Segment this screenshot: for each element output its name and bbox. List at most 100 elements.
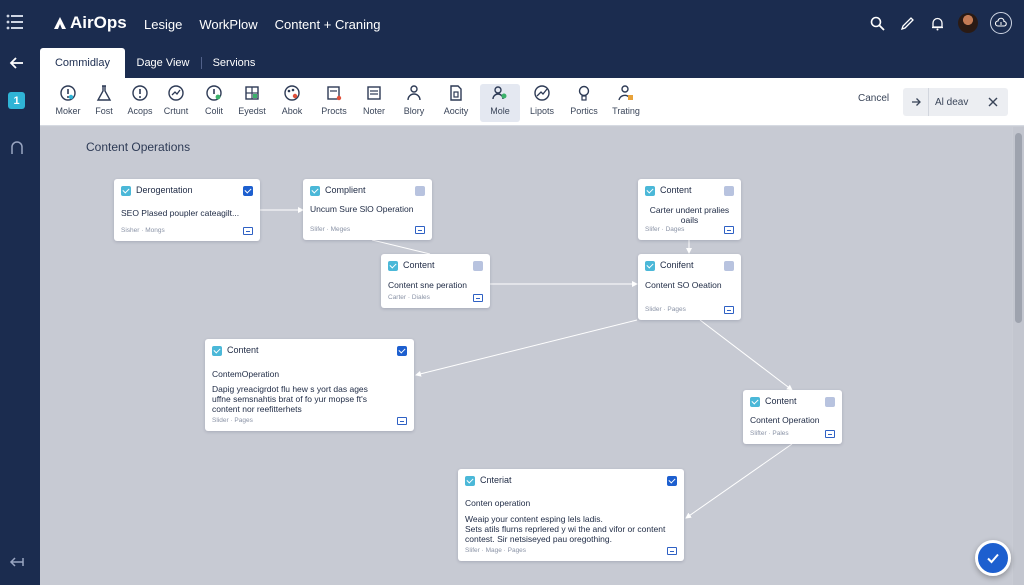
workflow-node-conifent[interactable]: Conifent Content SO Oeation Slider · Pag… bbox=[638, 254, 741, 320]
workspace-badge[interactable]: 1 bbox=[8, 92, 25, 109]
node-checkbox[interactable] bbox=[473, 261, 483, 271]
chart-circle-icon bbox=[168, 85, 184, 101]
workflow-node-derogentation[interactable]: Derogentation SEO Plased poupler cateagi… bbox=[114, 179, 260, 241]
tool-portics[interactable]: Portics bbox=[564, 84, 604, 122]
vertical-scrollbar[interactable] bbox=[1013, 127, 1024, 585]
check-icon bbox=[121, 186, 131, 196]
node-checkbox[interactable] bbox=[825, 397, 835, 407]
scroll-thumb[interactable] bbox=[1015, 133, 1022, 323]
node-checkbox[interactable] bbox=[415, 186, 425, 196]
workflow-node-cnteriat[interactable]: Cnteriat Conten operation Weaip your con… bbox=[458, 469, 684, 561]
flask-icon bbox=[96, 85, 112, 101]
user-lock-icon bbox=[618, 85, 633, 101]
node-text: Sets atils flurns reprlered y wi the and… bbox=[465, 524, 666, 534]
tool-acops[interactable]: Acops bbox=[120, 84, 160, 122]
tab-commidlay[interactable]: Commidlay bbox=[40, 48, 125, 78]
people-icon bbox=[492, 86, 507, 100]
tool-colit[interactable]: Colit bbox=[194, 84, 234, 122]
node-title: Content bbox=[227, 345, 259, 355]
workflow-node-complient[interactable]: Complient Uncum Sure SlO Operation Slife… bbox=[303, 179, 432, 240]
folder-icon[interactable] bbox=[825, 430, 835, 438]
tab-divider bbox=[201, 57, 202, 69]
tool-blory[interactable]: Blory bbox=[394, 84, 434, 122]
search-icon[interactable] bbox=[868, 14, 886, 32]
user-avatar[interactable] bbox=[958, 13, 978, 33]
check-icon bbox=[212, 346, 222, 356]
header-actions bbox=[868, 12, 1012, 34]
node-checkbox[interactable] bbox=[667, 476, 677, 486]
page-icon bbox=[450, 85, 462, 101]
tool-label: Acops bbox=[127, 106, 153, 116]
node-text: oails bbox=[680, 215, 699, 225]
folder-icon[interactable] bbox=[473, 294, 483, 302]
menu-icon[interactable] bbox=[6, 14, 24, 30]
node-text: Content SO Oeation bbox=[645, 280, 722, 290]
folder-icon[interactable] bbox=[243, 227, 253, 235]
tool-mole[interactable]: Mole bbox=[480, 84, 520, 122]
tool-trating[interactable]: Trating bbox=[606, 84, 646, 122]
canvas-title: Content Operations bbox=[86, 140, 191, 154]
tool-label: Colit bbox=[204, 106, 223, 116]
tool-label: Portics bbox=[570, 106, 598, 116]
app-logo[interactable]: AirOps bbox=[52, 13, 127, 33]
app-name: AirOps bbox=[70, 13, 127, 32]
tool-aocity[interactable]: Aocity bbox=[436, 84, 476, 122]
cancel-button[interactable]: Cancel bbox=[858, 93, 889, 104]
tool-abok[interactable]: Abok bbox=[272, 84, 312, 122]
tool-moker[interactable]: Moker bbox=[48, 84, 88, 122]
node-meta: Slifter · Pales bbox=[750, 430, 789, 437]
tool-eyedst[interactable]: Eyedst bbox=[232, 84, 272, 122]
workflow-node-content-right[interactable]: Content Content Operation Slifter · Pale… bbox=[743, 390, 842, 444]
check-icon bbox=[310, 186, 320, 196]
confirm-fab-button[interactable] bbox=[975, 540, 1011, 576]
left-rail: 1 bbox=[0, 78, 40, 585]
workflow-node-content-top[interactable]: Content Carter undent pralies oails Slif… bbox=[638, 179, 741, 240]
folder-icon[interactable] bbox=[397, 417, 407, 425]
folder-icon[interactable] bbox=[415, 226, 425, 234]
close-button[interactable] bbox=[978, 88, 1008, 116]
bell-icon[interactable] bbox=[928, 14, 946, 32]
tool-fost[interactable]: Fost bbox=[84, 84, 124, 122]
top-nav: Lesige WorkPlow Content + Craning bbox=[144, 17, 380, 32]
node-text: Conten operation bbox=[465, 498, 531, 508]
home-icon[interactable] bbox=[9, 140, 25, 156]
tool-noter[interactable]: Noter bbox=[354, 84, 394, 122]
node-title: Cnteriat bbox=[480, 475, 512, 485]
workflow-node-content-large[interactable]: Content ContemOperation Dapig yreacigrdo… bbox=[205, 339, 414, 431]
nav-item-workplow[interactable]: WorkPlow bbox=[199, 17, 257, 32]
node-text: Content sne peration bbox=[388, 280, 467, 290]
tool-label: Crtunt bbox=[163, 106, 189, 116]
tool-label: Trating bbox=[612, 106, 640, 116]
tab-row: Commidlay Dage View Servions bbox=[0, 48, 1024, 78]
check-icon bbox=[750, 397, 760, 407]
node-text: uffne semsnahtis brat of fo yur mopse ft… bbox=[212, 394, 368, 404]
toolbar: Moker Fost Acops Crtunt Colit Eyedst Abo… bbox=[40, 78, 1024, 126]
nav-item-lesige[interactable]: Lesige bbox=[144, 17, 182, 32]
node-text: Uncum Sure SlO Operation bbox=[310, 204, 414, 214]
node-checkbox[interactable] bbox=[397, 346, 407, 356]
node-checkbox[interactable] bbox=[724, 186, 734, 196]
tool-procts[interactable]: Procts bbox=[314, 84, 354, 122]
node-checkbox[interactable] bbox=[724, 261, 734, 271]
node-checkbox[interactable] bbox=[243, 186, 253, 196]
tool-lipots[interactable]: Lipots bbox=[522, 84, 562, 122]
pencil-icon[interactable] bbox=[898, 14, 916, 32]
nav-item-content-craning[interactable]: Content + Craning bbox=[275, 17, 381, 32]
tool-label: Procts bbox=[321, 106, 347, 116]
collapse-icon[interactable] bbox=[9, 554, 25, 570]
workflow-node-content-mid[interactable]: Content Content sne peration Carter · Di… bbox=[381, 254, 490, 308]
folder-icon[interactable] bbox=[724, 226, 734, 234]
ai-deav-label: Al deav bbox=[935, 96, 969, 108]
tab-dage-view[interactable]: Dage View bbox=[130, 48, 196, 78]
cloud-sync-icon[interactable] bbox=[990, 12, 1012, 34]
folder-icon[interactable] bbox=[724, 306, 734, 314]
arrow-left-icon[interactable] bbox=[9, 55, 25, 71]
node-text: contest. Sir netsiseyed pau oregothing. bbox=[465, 534, 612, 544]
palette-icon bbox=[284, 85, 300, 101]
tool-label: Fost bbox=[95, 106, 113, 116]
folder-icon[interactable] bbox=[667, 547, 677, 555]
alert-icon bbox=[132, 85, 148, 101]
tool-crtunt[interactable]: Crtunt bbox=[156, 84, 196, 122]
globe-chart-icon bbox=[534, 85, 550, 101]
tab-servions[interactable]: Servions bbox=[206, 48, 262, 78]
